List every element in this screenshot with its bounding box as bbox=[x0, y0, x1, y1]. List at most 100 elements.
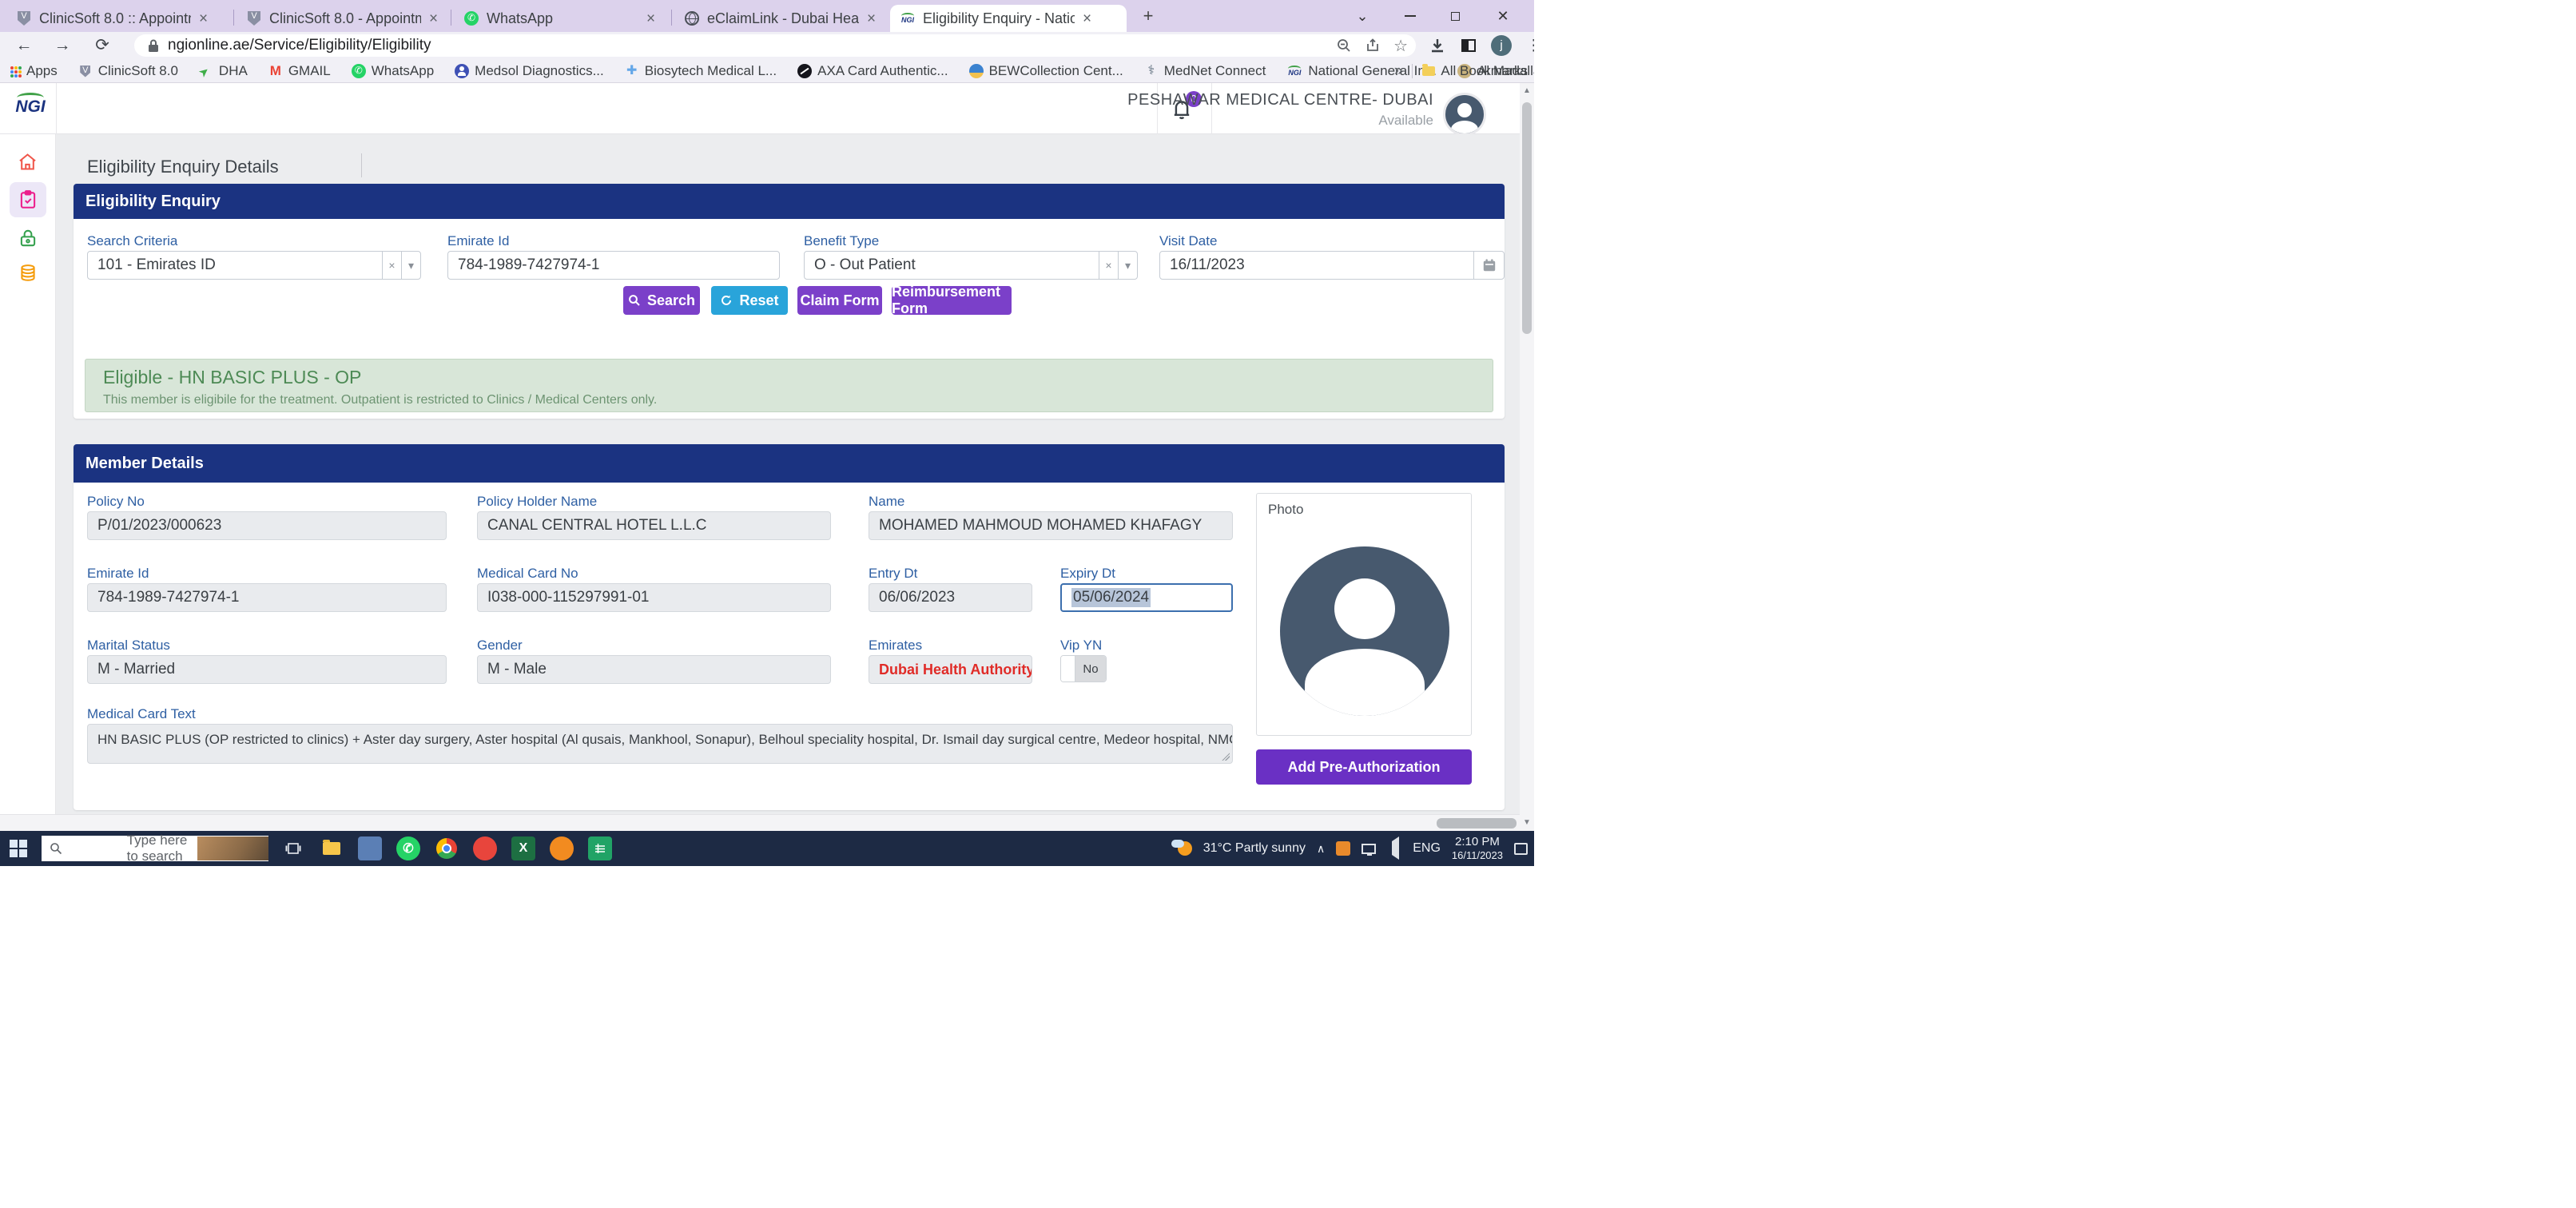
file-explorer-icon[interactable] bbox=[320, 836, 344, 860]
all-bookmarks-button[interactable]: All Bookmarks bbox=[1422, 63, 1528, 79]
lock-icon[interactable] bbox=[147, 38, 160, 53]
start-button[interactable] bbox=[10, 840, 27, 857]
browser-tab-bar: ClinicSoft 8.0 :: Appointments b × Clini… bbox=[0, 0, 1534, 32]
bookmark-whatsapp[interactable]: WhatsApp bbox=[352, 63, 434, 79]
benefit-type-label: Benefit Type bbox=[804, 233, 879, 249]
weather-text[interactable]: 31°C Partly sunny bbox=[1203, 841, 1306, 856]
whatsapp-taskbar-icon[interactable]: ✆ bbox=[396, 836, 420, 860]
sidebar-item-claims[interactable] bbox=[10, 256, 46, 291]
language-indicator[interactable]: ENG bbox=[1413, 841, 1441, 856]
calculator-app-icon[interactable] bbox=[358, 836, 382, 860]
volume-icon[interactable] bbox=[1387, 841, 1401, 856]
new-tab-button[interactable]: + bbox=[1138, 6, 1159, 27]
share-icon[interactable] bbox=[1365, 38, 1381, 54]
hidden-icons-chevron[interactable]: ∧ bbox=[1317, 842, 1325, 856]
profile-avatar[interactable]: j bbox=[1491, 35, 1512, 56]
eligibility-enquiry-section-header: Eligibility Enquiry bbox=[74, 184, 1505, 219]
clear-icon[interactable]: × bbox=[1099, 252, 1118, 279]
vertical-scroll-thumb[interactable] bbox=[1522, 102, 1532, 334]
minimize-button[interactable] bbox=[1392, 0, 1429, 32]
calendar-icon[interactable] bbox=[1473, 252, 1504, 279]
vertical-scrollbar[interactable]: ▲ bbox=[1520, 83, 1534, 814]
eligibility-result-title: Eligible - HN BASIC PLUS - OP bbox=[103, 367, 361, 388]
action-center-icon[interactable] bbox=[1514, 843, 1528, 855]
clock[interactable]: 2:10 PM 16/11/2023 bbox=[1452, 834, 1503, 863]
vip-yn-label: Vip YN bbox=[1060, 638, 1102, 654]
medical-card-text-area[interactable]: HN BASIC PLUS (OP restricted to clinics)… bbox=[87, 724, 1233, 764]
tab-close-icon[interactable]: × bbox=[199, 11, 208, 26]
restore-button[interactable] bbox=[1437, 0, 1473, 32]
scroll-up-icon[interactable]: ▲ bbox=[1520, 86, 1534, 95]
horizontal-scroll-thumb[interactable] bbox=[1437, 818, 1517, 829]
tab-close-icon[interactable]: × bbox=[867, 11, 876, 26]
tab-close-icon[interactable]: × bbox=[1083, 11, 1091, 26]
reset-icon bbox=[720, 294, 733, 307]
bookmarks-overflow-chevron[interactable]: » bbox=[1394, 62, 1403, 80]
expiry-dt-input-focused[interactable]: 05/06/2024 bbox=[1060, 583, 1233, 612]
claim-form-button[interactable]: Claim Form bbox=[797, 286, 882, 315]
download-icon[interactable] bbox=[1429, 37, 1446, 54]
horizontal-scrollbar[interactable] bbox=[0, 814, 1520, 831]
vip-toggle[interactable]: No bbox=[1060, 655, 1107, 682]
tab-eligibility-enquiry-active[interactable]: NGI Eligibility Enquiry - National Ger × bbox=[890, 5, 1127, 32]
divider bbox=[56, 83, 57, 134]
tray-app-icon[interactable] bbox=[1336, 841, 1350, 856]
bookmark-clinicsoft[interactable]: ClinicSoft 8.0 bbox=[78, 63, 178, 79]
sidebar-item-eligibility-active[interactable] bbox=[10, 182, 46, 217]
tab-clinicsoft-appointments-by[interactable]: ClinicSoft 8.0 :: Appointments b × bbox=[6, 5, 232, 32]
back-button[interactable]: ← bbox=[11, 34, 37, 57]
reset-button[interactable]: Reset bbox=[711, 286, 788, 315]
search-criteria-select[interactable]: 101 - Emirates ID × ▾ bbox=[87, 251, 421, 280]
bookmark-mednet[interactable]: ⚕ MedNet Connect bbox=[1144, 63, 1266, 79]
reimbursement-form-button[interactable]: Reimbursement Form bbox=[892, 286, 1012, 315]
sidebar-item-authorization[interactable] bbox=[10, 221, 46, 256]
browser-app-icon[interactable] bbox=[473, 836, 497, 860]
clear-icon[interactable]: × bbox=[382, 252, 401, 279]
tab-eclaimlink[interactable]: eClaimLink - Dubai Health Autho × bbox=[674, 5, 887, 32]
zoom-out-icon[interactable] bbox=[1336, 38, 1352, 54]
bookmark-apps[interactable]: Apps bbox=[10, 63, 58, 79]
dropdown-icon[interactable]: ▾ bbox=[401, 252, 420, 279]
bookmark-medsol[interactable]: Medsol Diagnostics... bbox=[455, 63, 604, 79]
tab-close-icon[interactable]: × bbox=[646, 11, 655, 26]
orange-app-icon[interactable] bbox=[550, 836, 574, 860]
dropdown-icon[interactable]: ▾ bbox=[1118, 252, 1137, 279]
reload-button[interactable]: ⟳ bbox=[89, 34, 115, 57]
tab-title: ClinicSoft 8.0 - Appointments bbox=[269, 10, 421, 27]
tab-title: WhatsApp bbox=[487, 10, 638, 27]
benefit-type-select[interactable]: O - Out Patient × ▾ bbox=[804, 251, 1138, 280]
bookmark-biosytech[interactable]: ✚ Biosytech Medical L... bbox=[625, 63, 777, 79]
task-view-button[interactable] bbox=[281, 836, 305, 860]
forward-button[interactable]: → bbox=[50, 34, 75, 57]
chrome-taskbar-icon[interactable] bbox=[435, 836, 459, 860]
excel-icon[interactable]: X bbox=[511, 836, 535, 860]
address-bar[interactable]: ngionline.ae/Service/Eligibility/Eligibi… bbox=[134, 34, 1416, 57]
weather-icon[interactable] bbox=[1171, 840, 1192, 857]
browser-menu-icon[interactable]: ⋮ bbox=[1526, 37, 1534, 55]
resize-grip-icon[interactable] bbox=[1222, 753, 1230, 761]
tab-clinicsoft-appointments[interactable]: ClinicSoft 8.0 - Appointments × bbox=[237, 5, 447, 32]
search-button[interactable]: Search bbox=[623, 286, 700, 315]
home-icon bbox=[17, 151, 38, 173]
emirate-id-input[interactable]: 784-1989-7427974-1 bbox=[447, 251, 780, 280]
visit-date-input[interactable]: 16/11/2023 bbox=[1159, 251, 1505, 280]
bookmark-star-icon[interactable]: ☆ bbox=[1393, 36, 1408, 56]
bookmark-gmail[interactable]: M GMAIL bbox=[268, 63, 331, 79]
network-monitor-icon[interactable] bbox=[1362, 844, 1376, 854]
ngi-logo[interactable]: NGI bbox=[13, 97, 48, 117]
add-pre-authorization-button[interactable]: Add Pre-Authorization bbox=[1256, 749, 1472, 785]
sheets-app-icon[interactable] bbox=[588, 836, 612, 860]
sidebar-item-home[interactable] bbox=[10, 144, 46, 179]
close-window-button[interactable]: ✕ bbox=[1485, 0, 1521, 32]
bookmark-bewcollection[interactable]: BEWCollection Cent... bbox=[969, 63, 1123, 79]
tab-whatsapp[interactable]: WhatsApp × bbox=[454, 5, 668, 32]
user-avatar[interactable] bbox=[1443, 93, 1486, 136]
taskbar-search-box[interactable]: Type here to search bbox=[42, 836, 268, 861]
bookmark-dha[interactable]: ➤ DHA bbox=[199, 63, 248, 79]
tab-search-chevron-icon[interactable]: ⌄ bbox=[1344, 0, 1381, 32]
tab-close-icon[interactable]: × bbox=[429, 11, 438, 26]
side-panel-icon[interactable] bbox=[1461, 38, 1477, 54]
search-highlight-image[interactable] bbox=[197, 836, 268, 860]
scroll-down-icon[interactable]: ▼ bbox=[1520, 814, 1534, 831]
bookmark-axa[interactable]: AXA Card Authentic... bbox=[797, 63, 948, 79]
